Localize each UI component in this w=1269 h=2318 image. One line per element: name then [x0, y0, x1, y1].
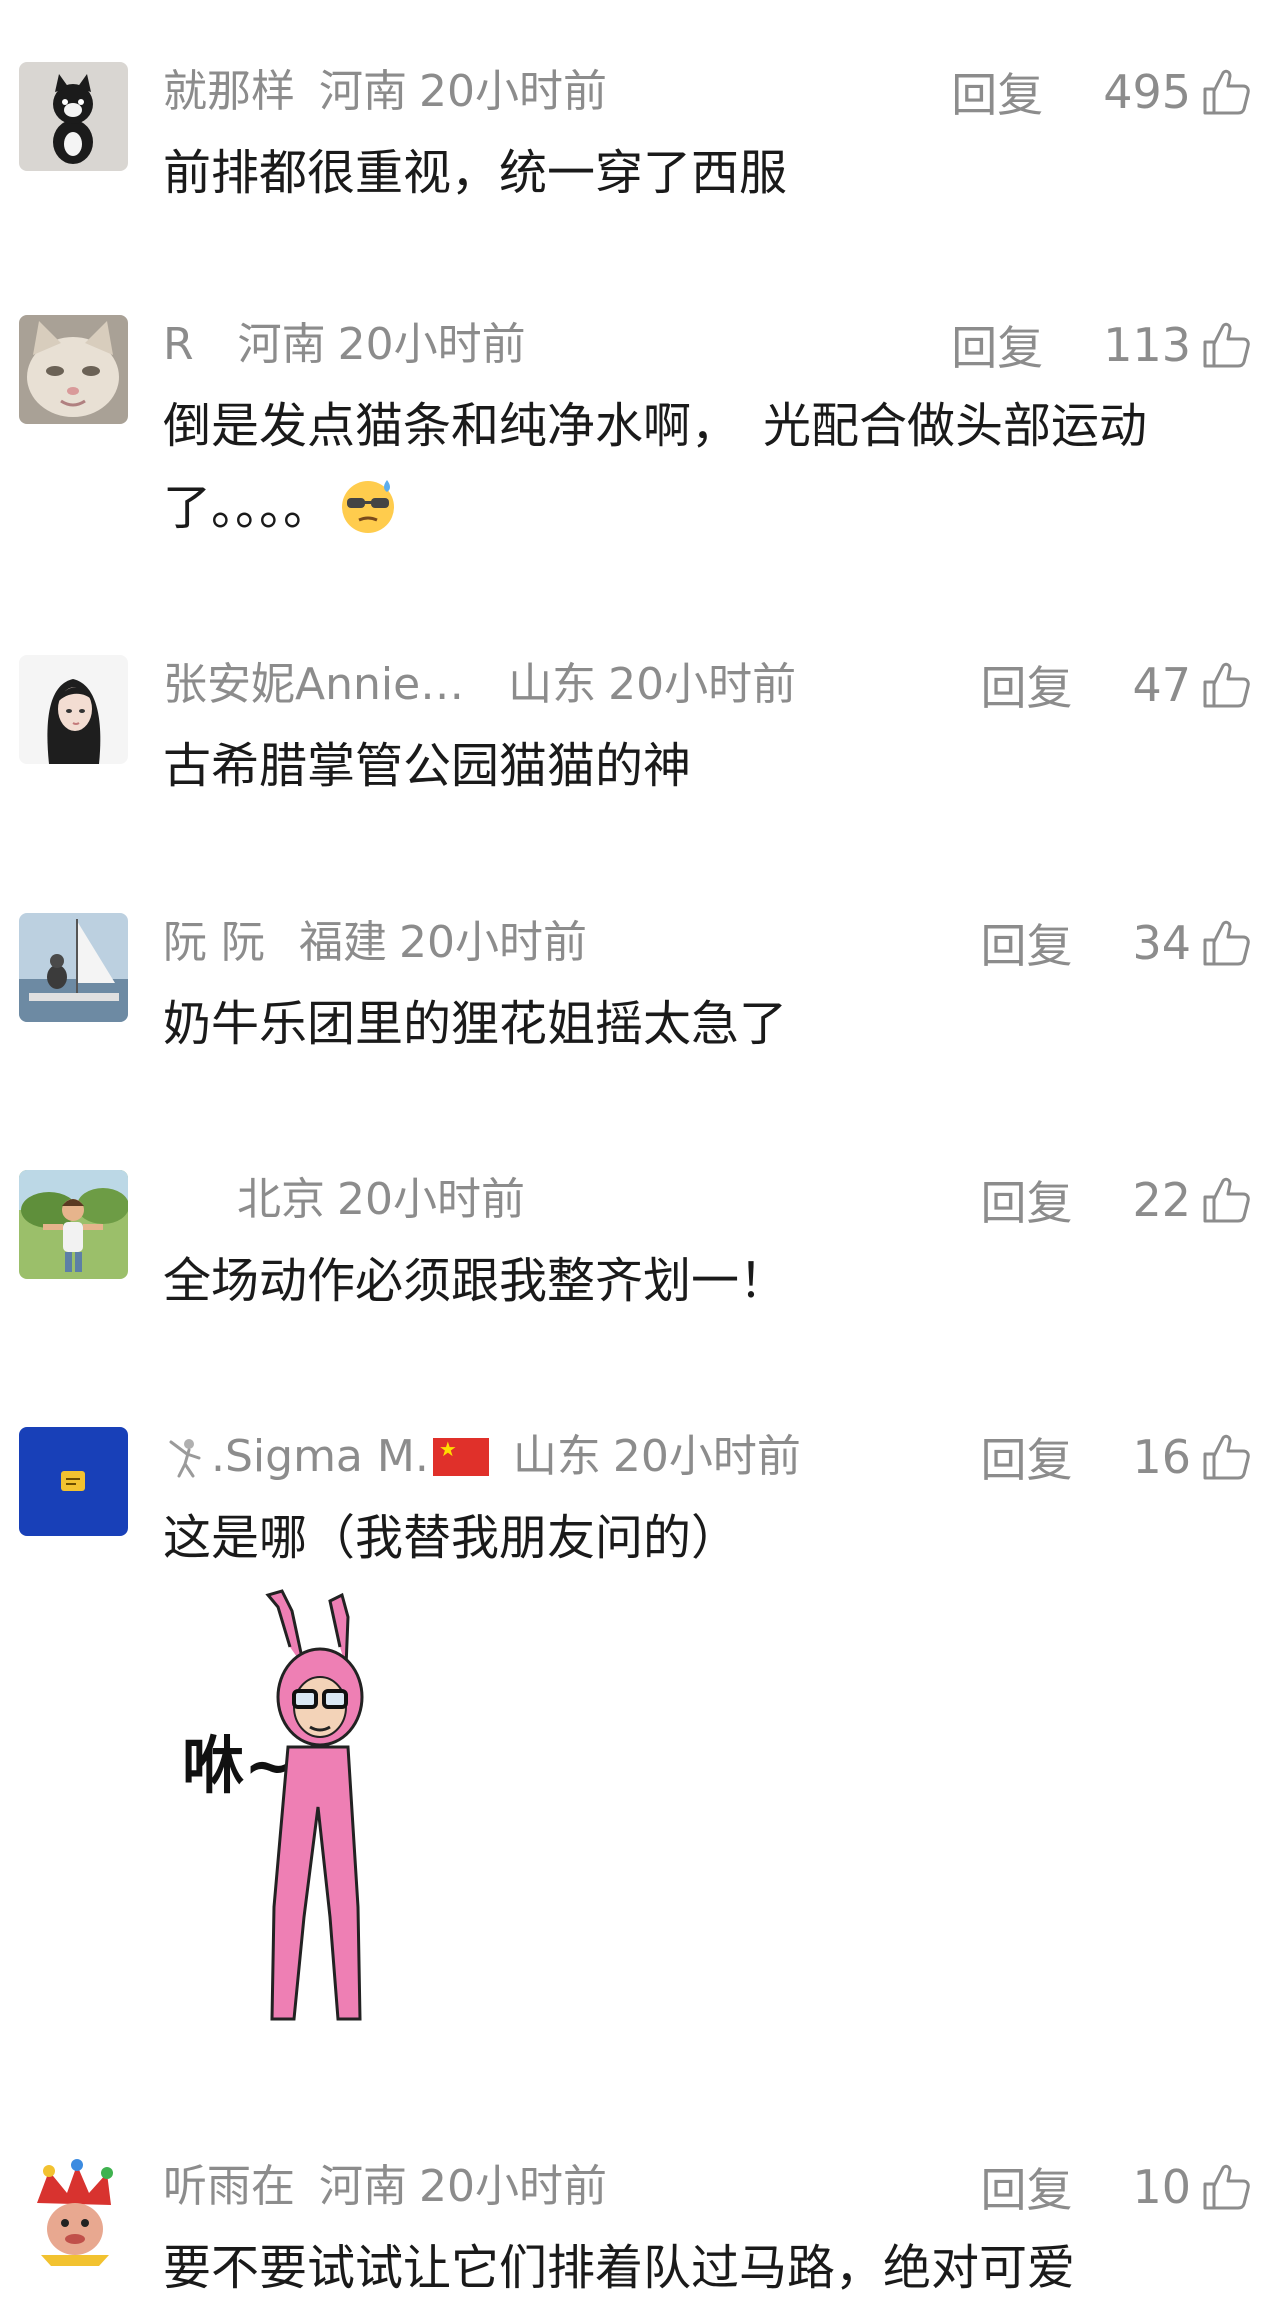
username[interactable]: 听雨在	[163, 2157, 295, 2217]
comment-text: 这是哪（我替我朋友问的）	[163, 1510, 740, 1566]
timestamp: 20小时前	[419, 66, 607, 117]
timestamp: 20小时前	[337, 319, 526, 370]
avatar[interactable]	[19, 62, 128, 171]
reply-button[interactable]: 回复	[980, 1167, 1072, 1233]
comment-meta: 北京 20小时前	[237, 1170, 525, 1230]
timestamp: 20小时前	[399, 917, 587, 968]
like-count: 22	[1132, 1173, 1191, 1227]
username[interactable]: .Sigma M.	[211, 1427, 429, 1487]
like-count: 495	[1103, 65, 1191, 119]
timestamp: 20小时前	[612, 1431, 801, 1482]
blue-sticker-avatar	[19, 1427, 128, 1536]
comment-text: 奶牛乐团里的狸花姐摇太急了	[163, 996, 788, 1052]
reply-button[interactable]: 回复	[980, 1424, 1072, 1490]
avatar[interactable]	[19, 1427, 128, 1536]
sailboat-person-avatar	[19, 913, 128, 1022]
reply-button[interactable]: 回复	[980, 910, 1072, 976]
reply-button[interactable]: 回复	[980, 652, 1072, 718]
comment-text: 要不要试试让它们排着队过马路，绝对可爱	[163, 2240, 1076, 2296]
timestamp: 20小时前	[608, 659, 797, 710]
comment-actions: 回复 113	[951, 315, 1251, 375]
thumbs-up-icon[interactable]	[1201, 918, 1251, 968]
comment-actions: 回复 34	[980, 913, 1251, 973]
thumbs-up-icon[interactable]	[1201, 1175, 1251, 1225]
cartoon-man-avatar	[19, 1170, 128, 1279]
reply-button[interactable]: 回复	[980, 2154, 1072, 2220]
comment-meta: 张安妮Annie… 山东 20小时前	[163, 655, 796, 715]
reply-button[interactable]: 回复	[951, 312, 1043, 378]
region: 北京	[237, 1174, 325, 1225]
reply-button[interactable]: 回复	[951, 59, 1043, 125]
comment-meta: .Sigma M. 山东 20小时前	[163, 1427, 801, 1487]
username[interactable]: 就那样	[163, 62, 295, 122]
sweat-sunglasses-emoji	[342, 480, 395, 533]
avatar[interactable]	[19, 913, 128, 1022]
anime-girl-avatar	[19, 655, 128, 764]
like-count: 47	[1132, 658, 1191, 712]
region: 福建	[299, 917, 387, 968]
avatar[interactable]	[19, 655, 128, 764]
comment-meta: R 河南 20小时前	[163, 315, 526, 375]
region: 河南	[319, 66, 407, 117]
comment-text-body: 倒是发点猫条和纯净水啊， 光配合做头部运动了。。。。	[163, 398, 1148, 536]
comment-actions: 回复 22	[980, 1170, 1251, 1230]
avatar[interactable]	[19, 1170, 128, 1279]
like-count: 34	[1132, 916, 1191, 970]
like-count: 10	[1132, 2160, 1191, 2214]
sticker-caption: 咻~	[182, 1729, 296, 1802]
comment-meta: 听雨在 河南 20小时前	[163, 2157, 607, 2217]
comment-actions: 回复 495	[951, 62, 1251, 122]
avatar[interactable]	[19, 315, 128, 424]
timestamp: 20小时前	[337, 1174, 525, 1225]
fencing-icon	[169, 1439, 201, 1478]
comment-actions: 回复 10	[980, 2157, 1251, 2217]
username[interactable]: 阮 阮	[163, 913, 265, 973]
region: 河南	[237, 319, 326, 370]
comment-meta: 阮 阮 福建 20小时前	[163, 913, 587, 973]
china-flag-icon	[432, 1438, 489, 1476]
like-count: 113	[1103, 318, 1191, 372]
thumbs-up-icon[interactable]	[1201, 2162, 1251, 2212]
thumbs-up-icon[interactable]	[1201, 320, 1251, 370]
black-cat-plush-avatar	[19, 62, 128, 171]
comment-text: 前排都很重视，统一穿了西服	[163, 145, 788, 201]
comment-actions: 回复 47	[980, 655, 1251, 715]
thumbs-up-icon[interactable]	[1201, 1432, 1251, 1482]
comment-actions: 回复 16	[980, 1427, 1251, 1487]
jester-avatar	[19, 2157, 128, 2266]
timestamp: 20小时前	[419, 2161, 607, 2212]
thumbs-up-icon[interactable]	[1201, 67, 1251, 117]
comment-text: 全场动作必须跟我整齐划一！	[163, 1253, 788, 1309]
comment-meta: 就那样 河南 20小时前	[163, 62, 607, 122]
username[interactable]: 张安妮Annie…	[163, 655, 464, 715]
pink-bunny-suit-sticker[interactable]: 咻~	[170, 1587, 470, 2027]
like-count: 16	[1132, 1430, 1191, 1484]
region: 河南	[319, 2161, 407, 2212]
comment-text: 倒是发点猫条和纯净水啊， 光配合做头部运动了。。。。	[163, 385, 1223, 549]
region: 山东	[512, 1431, 601, 1482]
cat-face-avatar	[19, 315, 128, 424]
thumbs-up-icon[interactable]	[1201, 660, 1251, 710]
comment-text: 古希腊掌管公园猫猫的神	[163, 738, 692, 794]
sticker-image: 咻~	[182, 1589, 364, 2021]
region: 山东	[508, 659, 597, 710]
username[interactable]: R	[163, 315, 194, 375]
avatar[interactable]	[19, 2157, 128, 2266]
